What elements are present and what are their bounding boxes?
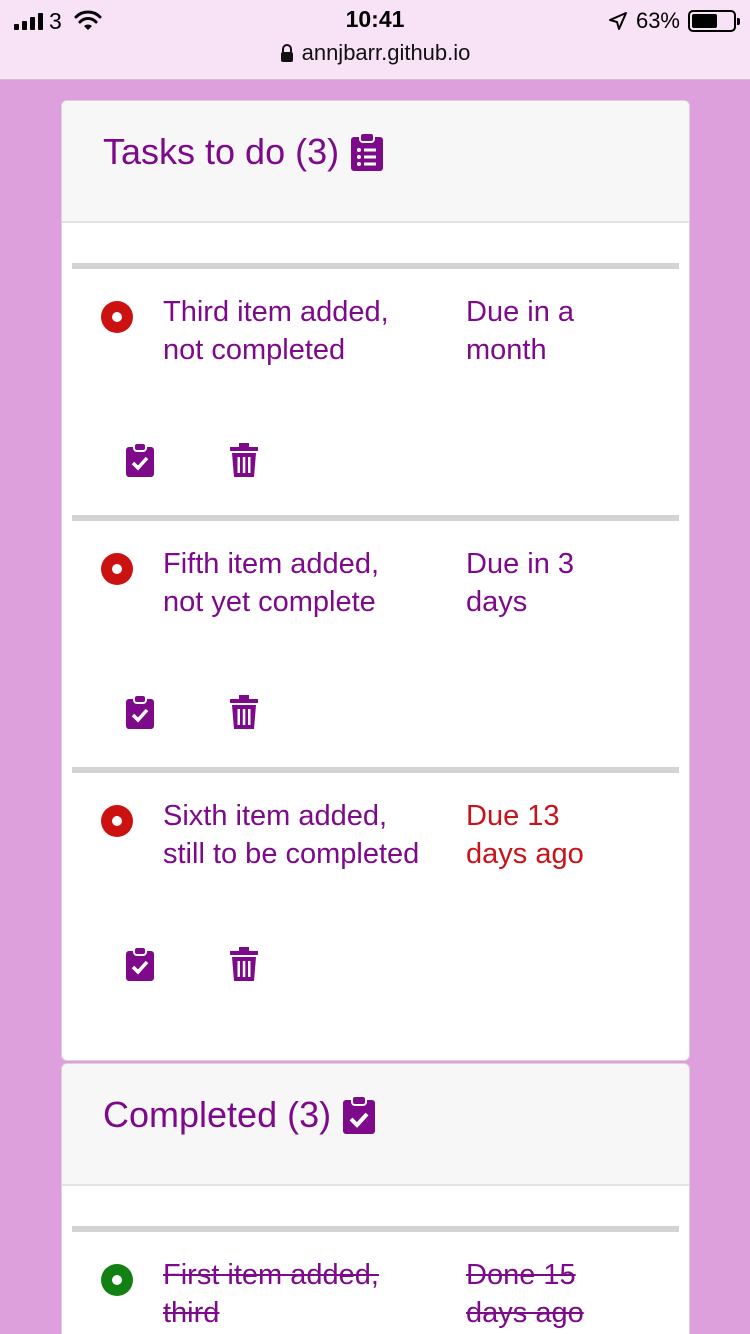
- browser-status-bar: 3 10:41 annjbarr.github.io 63%: [0, 0, 750, 80]
- clipboard-list-icon: [351, 133, 384, 171]
- task-text: Sixth item added, still to be completed: [163, 800, 420, 870]
- completed-title-text: Completed (3): [103, 1094, 332, 1135]
- task-item: Third item added, not completed Due in a…: [72, 263, 679, 515]
- task-actions: [126, 695, 258, 729]
- todo-card: Tasks to do (3) Third item added, not co…: [61, 100, 690, 1061]
- clipboard-check-icon: [343, 1096, 376, 1134]
- status-dot-icon[interactable]: [101, 805, 133, 837]
- complete-clipboard-check-icon[interactable]: [126, 695, 154, 729]
- battery-icon: [688, 10, 740, 32]
- task-item: Fifth item added, not yet complete Due i…: [72, 515, 679, 767]
- status-dot-icon[interactable]: [101, 301, 133, 333]
- task-text: Third item added, not completed: [163, 296, 389, 366]
- task-actions: [126, 947, 258, 981]
- lock-icon: [280, 44, 293, 62]
- todo-title-text: Tasks to do (3): [103, 131, 340, 172]
- task-due: Due in 3 days: [466, 548, 575, 618]
- completed-list: First item added, third Done 15 days ago: [62, 1186, 689, 1334]
- completed-title: Completed (3): [103, 1094, 376, 1136]
- completed-card-header: Completed (3): [62, 1064, 689, 1186]
- location-arrow-icon: [608, 12, 627, 30]
- address-bar[interactable]: annjbarr.github.io: [0, 40, 750, 66]
- task-due-overdue: Due 13 days ago: [466, 800, 584, 870]
- status-dot-icon[interactable]: [101, 1264, 133, 1296]
- completed-task-item: First item added, third Done 15 days ago: [72, 1226, 679, 1334]
- complete-clipboard-check-icon[interactable]: [126, 947, 154, 981]
- todo-title: Tasks to do (3): [103, 131, 384, 173]
- completed-card: Completed (3) First item added, third Do…: [61, 1063, 690, 1334]
- task-done-date: Done 15 days ago: [466, 1259, 584, 1329]
- battery-percent: 63%: [635, 8, 680, 33]
- task-text: Fifth item added, not yet complete: [163, 548, 379, 618]
- task-due: Due in a month: [466, 296, 575, 366]
- todo-card-header: Tasks to do (3): [62, 101, 689, 223]
- todo-list: Third item added, not completed Due in a…: [62, 223, 689, 1053]
- complete-clipboard-check-icon[interactable]: [126, 443, 154, 477]
- task-actions: [126, 443, 258, 477]
- delete-trash-icon[interactable]: [230, 947, 258, 981]
- url-text: annjbarr.github.io: [301, 40, 471, 65]
- delete-trash-icon[interactable]: [230, 695, 258, 729]
- task-text: First item added, third: [163, 1259, 379, 1329]
- status-right: 63%: [608, 8, 740, 34]
- task-item: Sixth item added, still to be completed …: [72, 767, 679, 1053]
- status-dot-icon[interactable]: [101, 553, 133, 585]
- delete-trash-icon[interactable]: [230, 443, 258, 477]
